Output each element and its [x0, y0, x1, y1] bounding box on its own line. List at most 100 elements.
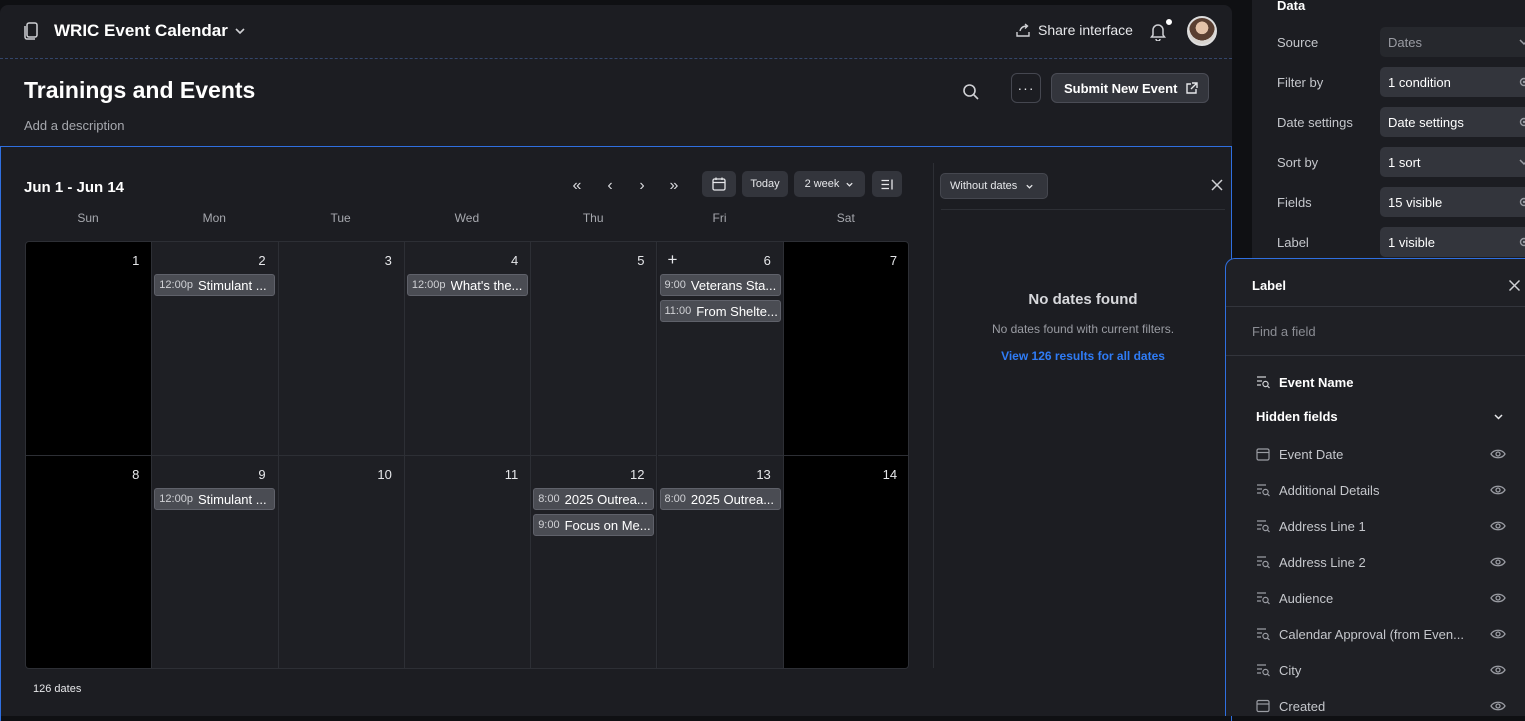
calendar-day-cell[interactable]: 7	[784, 242, 909, 456]
eye-icon[interactable]	[1490, 628, 1506, 640]
calendar-event[interactable]: 9:00Focus on Me...	[533, 514, 654, 536]
hidden-field-item[interactable]: Address Line 2	[1256, 552, 1506, 572]
setting-value-button[interactable]: 1 visible	[1380, 227, 1525, 257]
more-options-button[interactable]: ···	[1011, 73, 1041, 103]
search-icon[interactable]	[962, 83, 980, 101]
field-name: Address Line 2	[1279, 555, 1481, 570]
calendar-day-cell[interactable]: 11	[405, 456, 531, 669]
chevron-left-icon[interactable]: ‹	[600, 176, 620, 196]
page-description[interactable]: Add a description	[24, 118, 124, 133]
calendar-event[interactable]: 8:002025 Outrea...	[533, 488, 654, 510]
primary-field[interactable]: Event Name	[1256, 372, 1506, 392]
day-number: 11	[505, 467, 519, 482]
eye-icon[interactable]	[1490, 664, 1506, 676]
close-icon[interactable]	[1508, 279, 1521, 292]
interface-window: WRIC Event Calendar Share interface Trai…	[0, 5, 1232, 716]
eye-icon[interactable]	[1490, 556, 1506, 568]
date-picker-button[interactable]	[702, 171, 736, 197]
chevron-right-icon[interactable]: ›	[632, 176, 652, 196]
calendar-day-cell[interactable]: 1	[26, 242, 152, 456]
event-time: 12:00p	[159, 279, 193, 291]
field-name: Event Date	[1279, 447, 1481, 462]
calendar-day-cell[interactable]: 212:00pStimulant ...	[152, 242, 278, 456]
setting-value: Date settings	[1388, 115, 1464, 130]
calendar-day-cell[interactable]: 13 8:002025 Outrea...	[658, 456, 784, 669]
double-chevron-left-icon[interactable]: «	[567, 176, 587, 196]
calendar-day-cell[interactable]: 912:00pStimulant ...	[152, 456, 278, 669]
setting-value-button[interactable]: 1 sort	[1380, 147, 1525, 177]
day-of-week-label: Tue	[278, 211, 404, 225]
toggle-sidebar-button[interactable]	[872, 171, 902, 197]
event-time: 12:00p	[412, 279, 446, 291]
calendar-event[interactable]: 12:00pStimulant ...	[154, 274, 275, 296]
day-number: 4	[511, 253, 518, 268]
close-icon[interactable]	[1210, 178, 1224, 192]
view-all-dates-link[interactable]: View 126 results for all dates	[941, 349, 1225, 363]
calendar-day-cell[interactable]: 14	[784, 456, 909, 669]
lookup-field-icon	[1256, 663, 1270, 677]
avatar[interactable]	[1187, 16, 1217, 46]
eye-icon[interactable]	[1490, 448, 1506, 460]
share-interface-button[interactable]: Share interface	[1016, 22, 1133, 38]
today-button[interactable]: Today	[742, 171, 788, 197]
event-name: What's the...	[451, 278, 523, 293]
eye-icon[interactable]	[1490, 484, 1506, 496]
calendar-event[interactable]: 12:00p What's the...	[407, 274, 528, 296]
view-select[interactable]: 2 week	[794, 171, 865, 197]
event-time: 8:00	[665, 493, 686, 505]
gear-icon	[1518, 116, 1525, 128]
hidden-field-item[interactable]: Created	[1256, 696, 1506, 716]
setting-value-button[interactable]: 1 condition	[1380, 67, 1525, 97]
add-event-icon[interactable]: +	[668, 250, 678, 270]
calendar-icon	[712, 177, 726, 191]
calendar-day-cell[interactable]: 10	[279, 456, 405, 669]
setting-value: 1 visible	[1388, 235, 1435, 250]
calendar-event[interactable]: 12:00pStimulant ...	[154, 488, 275, 510]
setting-label: Fields	[1277, 195, 1312, 210]
chevron-down-icon[interactable]	[234, 25, 246, 37]
eye-icon[interactable]	[1490, 592, 1506, 604]
calendar-day-cell[interactable]: 8	[26, 456, 152, 669]
submit-new-event-button[interactable]: Submit New Event	[1051, 73, 1209, 103]
day-number: 13	[756, 467, 770, 482]
calendar-event[interactable]: 9:00Veterans Sta...	[660, 274, 781, 296]
calendar-event[interactable]: 11:00From Shelte...	[660, 300, 781, 322]
eye-icon[interactable]	[1490, 520, 1506, 532]
calendar-grid: 1212:00pStimulant ...3 4 12:00p What's the.…	[25, 241, 909, 669]
day-number: 6	[764, 253, 771, 268]
submit-label: Submit New Event	[1064, 81, 1177, 96]
event-name: From Shelte...	[696, 304, 778, 319]
notification-badge	[1164, 17, 1174, 27]
eye-icon[interactable]	[1490, 700, 1506, 712]
chevron-down-icon	[1025, 182, 1034, 191]
find-field-input[interactable]: Find a field	[1252, 324, 1316, 339]
calendar-day-cell[interactable]: 5	[531, 242, 657, 456]
hidden-field-item[interactable]: Calendar Approval (from Even...	[1256, 624, 1506, 644]
calendar-event[interactable]: 8:002025 Outrea...	[660, 488, 781, 510]
day-number: 5	[637, 253, 644, 268]
event-time: 12:00p	[159, 493, 193, 505]
hidden-field-item[interactable]: Additional Details	[1256, 480, 1506, 500]
hidden-fields-toggle[interactable]: Hidden fields	[1256, 409, 1504, 424]
setting-value: 1 condition	[1388, 75, 1451, 90]
without-dates-select[interactable]: Without dates	[940, 173, 1048, 199]
day-of-week-label: Fri	[657, 211, 783, 225]
hidden-field-item[interactable]: City	[1256, 660, 1506, 680]
calendar-day-cell[interactable]: 6 +9:00Veterans Sta... 11:00From Shelte...	[658, 242, 784, 456]
hidden-field-item[interactable]: Address Line 1	[1256, 516, 1506, 536]
double-chevron-right-icon[interactable]: »	[664, 176, 684, 196]
setting-value-button[interactable]: 15 visible	[1380, 187, 1525, 217]
pages-icon	[24, 22, 40, 40]
hidden-field-item[interactable]: Event Date	[1256, 444, 1506, 464]
calendar-day-cell[interactable]: 4 12:00p What's the...	[405, 242, 531, 456]
setting-value-button[interactable]: Dates	[1380, 27, 1525, 57]
hidden-field-item[interactable]: Audience	[1256, 588, 1506, 608]
page-title[interactable]: Trainings and Events	[24, 77, 255, 104]
gear-icon	[1518, 76, 1525, 88]
setting-label: Sort by	[1277, 155, 1318, 170]
calendar-day-cell[interactable]: 3	[279, 242, 405, 456]
app-title[interactable]: WRIC Event Calendar	[54, 21, 228, 41]
calendar-day-cell[interactable]: 128:002025 Outrea...9:00Focus on Me...	[531, 456, 657, 669]
setting-value-button[interactable]: Date settings	[1380, 107, 1525, 137]
list-icon	[881, 179, 894, 190]
